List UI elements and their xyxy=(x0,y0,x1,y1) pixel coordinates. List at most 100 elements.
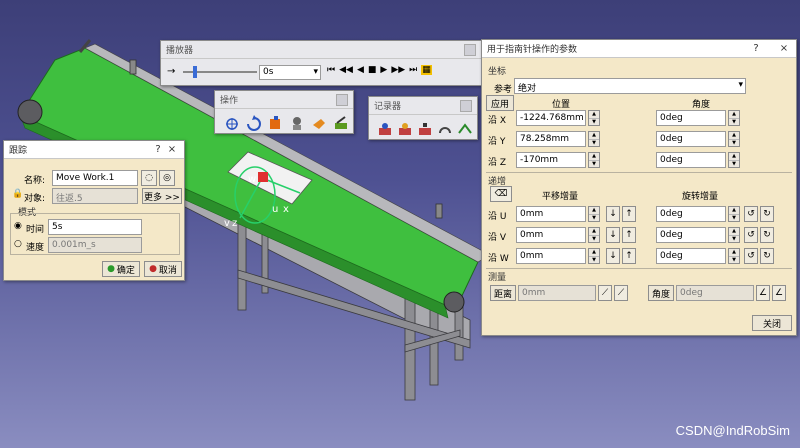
axis-z-label: 沿 Z xyxy=(488,158,507,168)
edit-simulation-icon[interactable] xyxy=(331,113,351,133)
record-stop-icon[interactable] xyxy=(415,119,435,139)
measure-section-label: 测量 xyxy=(488,273,507,283)
rotate-u-spinner[interactable]: ▲ ▼ xyxy=(728,206,740,222)
translate-inc-header: 平移增量 xyxy=(542,192,579,202)
eraser-icon[interactable]: ⌫ xyxy=(490,186,512,202)
skip-to-end-icon[interactable]: ⏭ xyxy=(409,65,417,75)
record-loop-icon[interactable] xyxy=(435,119,455,139)
translate-w-plus-icon[interactable]: ↑ xyxy=(622,248,636,264)
distance-button[interactable]: 距离 xyxy=(490,285,516,301)
axis-label-v: v xyxy=(224,218,230,229)
translate-v-field[interactable]: 0mm xyxy=(516,227,586,243)
close-icon[interactable]: × xyxy=(777,43,791,54)
position-x-field[interactable]: -1224.768mm xyxy=(516,110,586,126)
record-settings-icon[interactable] xyxy=(455,119,475,139)
angle-field[interactable]: 0deg xyxy=(676,285,754,301)
recorder-close-button[interactable] xyxy=(460,99,472,112)
position-z-field[interactable]: -170mm xyxy=(516,152,586,168)
operations-close-button[interactable] xyxy=(336,93,348,106)
skip-to-start-icon[interactable]: ⏮ xyxy=(327,65,335,75)
speed-field[interactable]: 0.001m_s xyxy=(48,237,142,253)
rotate-u-plus-icon[interactable]: ↻ xyxy=(760,206,774,222)
rotate-u-field[interactable]: 0deg xyxy=(656,206,726,222)
player-close-button[interactable] xyxy=(464,43,476,56)
rotate-u-minus-icon[interactable]: ↺ xyxy=(744,206,758,222)
apply-button[interactable]: 应用 xyxy=(486,95,514,111)
close-button[interactable]: 关闭 xyxy=(752,315,792,331)
slider-thumb[interactable] xyxy=(193,66,197,78)
measure-angle-icon[interactable]: ∠ xyxy=(756,285,770,301)
angle-y-field[interactable]: 0deg xyxy=(656,131,726,147)
translate-v-plus-icon[interactable]: ↑ xyxy=(622,227,636,243)
translate-u-spinner[interactable]: ▲ ▼ xyxy=(588,206,600,222)
manipulate-icon[interactable] xyxy=(309,113,329,133)
cancel-button[interactable]: ● 取消 xyxy=(144,261,182,277)
snap-icon[interactable] xyxy=(265,113,285,133)
rotate-w-field[interactable]: 0deg xyxy=(656,248,726,264)
angle-x-spinner[interactable]: ▲ ▼ xyxy=(728,110,740,126)
rotate-v-field[interactable]: 0deg xyxy=(656,227,726,243)
measure-angle-alt-icon[interactable]: ∠ xyxy=(772,285,786,301)
rotate-v-minus-icon[interactable]: ↺ xyxy=(744,227,758,243)
name-field[interactable]: Move Work.1 xyxy=(52,170,138,186)
position-y-spinner[interactable]: ▲ ▼ xyxy=(588,131,600,147)
translate-w-minus-icon[interactable]: ↓ xyxy=(606,248,620,264)
translate-v-minus-icon[interactable]: ↓ xyxy=(606,227,620,243)
angle-x-field[interactable]: 0deg xyxy=(656,110,726,126)
close-icon[interactable]: × xyxy=(165,144,179,155)
rotate-w-plus-icon[interactable]: ↻ xyxy=(760,248,774,264)
recorder-titlebar: 记录器 xyxy=(369,97,477,115)
measure-distance-alt-icon[interactable]: ⟋ xyxy=(614,285,628,301)
translate-u-minus-icon[interactable]: ↓ xyxy=(606,206,620,222)
angle-z-field[interactable]: 0deg xyxy=(656,152,726,168)
player-settings-icon[interactable]: ▦ xyxy=(421,65,432,75)
step-back-icon[interactable]: ◀◀ xyxy=(339,65,353,75)
track-dialog: 跟踪 ? × 名称: Move Work.1 ◌ ◎ 🔒 对象: 往返.5 更多… xyxy=(3,140,185,281)
speed-radio[interactable]: ○ xyxy=(14,239,22,249)
step-forward-icon[interactable]: ▶▶ xyxy=(391,65,405,75)
rotate-w-spinner[interactable]: ▲ ▼ xyxy=(728,248,740,264)
record-icon[interactable] xyxy=(375,119,395,139)
move-icon[interactable] xyxy=(221,113,241,133)
coords-section-label: 坐标 xyxy=(488,67,507,77)
rotate-w-minus-icon[interactable]: ↺ xyxy=(744,248,758,264)
translate-u-field[interactable]: 0mm xyxy=(516,206,586,222)
object-field[interactable]: 往返.5 xyxy=(52,188,138,204)
position-y-field[interactable]: 78.258mm xyxy=(516,131,586,147)
translate-w-spinner[interactable]: ▲ ▼ xyxy=(588,248,600,264)
pick-icon[interactable]: ◌ xyxy=(141,170,157,186)
player-slider[interactable]: → xyxy=(167,65,261,79)
translate-w-field[interactable]: 0mm xyxy=(516,248,586,264)
time-field[interactable]: 5s xyxy=(48,219,142,235)
distance-field[interactable]: 0mm xyxy=(518,285,596,301)
axis-label-w: w xyxy=(248,174,256,185)
position-z-spinner[interactable]: ▲ ▼ xyxy=(588,152,600,168)
translate-u-plus-icon[interactable]: ↑ xyxy=(622,206,636,222)
rotate-v-plus-icon[interactable]: ↻ xyxy=(760,227,774,243)
angle-button[interactable]: 角度 xyxy=(648,285,674,301)
robot-icon[interactable] xyxy=(287,113,307,133)
ok-button[interactable]: ● 确定 xyxy=(102,261,140,277)
time-label: 时间 xyxy=(26,225,45,235)
rotate-v-spinner[interactable]: ▲ ▼ xyxy=(728,227,740,243)
angle-z-spinner[interactable]: ▲ ▼ xyxy=(728,152,740,168)
more-button[interactable]: 更多 >> xyxy=(142,188,182,204)
stop-icon[interactable]: ■ xyxy=(368,65,377,75)
angle-y-spinner[interactable]: ▲ ▼ xyxy=(728,131,740,147)
rotate-icon[interactable] xyxy=(243,113,263,133)
link-icon[interactable]: ◎ xyxy=(159,170,175,186)
play-backward-icon[interactable]: ◀ xyxy=(357,65,364,75)
measure-distance-icon[interactable]: ⟋ xyxy=(598,285,612,301)
time-radio[interactable]: ◉ xyxy=(14,221,22,231)
player-time-select[interactable]: 0s ▾ xyxy=(259,65,321,80)
rotate-inc-header: 旋转增量 xyxy=(682,192,719,202)
translate-v-spinner[interactable]: ▲ ▼ xyxy=(588,227,600,243)
position-x-spinner[interactable]: ▲ ▼ xyxy=(588,110,600,126)
help-icon[interactable]: ? xyxy=(151,144,165,155)
player-title: 播放器 xyxy=(166,46,194,56)
play-forward-icon[interactable]: ▶ xyxy=(380,65,387,75)
operations-toolbar: 操作 xyxy=(214,90,354,134)
help-icon[interactable]: ? xyxy=(749,43,763,54)
reference-select[interactable]: 绝对 ▾ xyxy=(514,78,746,94)
record-step-icon[interactable] xyxy=(395,119,415,139)
